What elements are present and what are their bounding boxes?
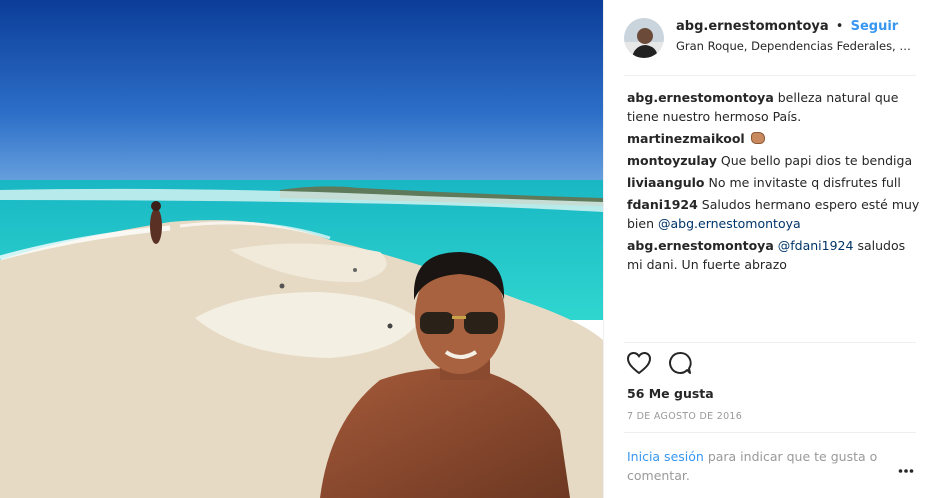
- oncoming-fist-icon: [750, 132, 765, 144]
- comment-text: Que bello papi dios te bendiga: [720, 153, 913, 168]
- comments-list: abg.ernestomontoya belleza natural que t…: [627, 88, 922, 277]
- comment: abg.ernestomontoya @fdani1924 saludos mi…: [627, 236, 922, 274]
- action-bar: [626, 351, 692, 378]
- comment: abg.ernestomontoya belleza natural que t…: [627, 88, 922, 126]
- more-options-icon[interactable]: [898, 462, 914, 477]
- comment-username[interactable]: martinezmaikool: [627, 131, 745, 146]
- post-photo[interactable]: [0, 0, 603, 498]
- comment: liviaangulo No me invitaste q disfrutes …: [627, 173, 922, 192]
- divider: [624, 342, 916, 343]
- follow-button[interactable]: Seguir: [851, 19, 899, 34]
- separator-dot: •: [835, 19, 844, 34]
- heart-icon[interactable]: [626, 351, 652, 378]
- post-username[interactable]: abg.ernestomontoya: [676, 19, 829, 34]
- comment-mention[interactable]: @fdani1924: [778, 238, 854, 253]
- comment: martinezmaikool: [627, 129, 922, 148]
- post-date: 7 DE AGOSTO DE 2016: [627, 411, 743, 422]
- comment: fdani1924 Saludos hermano espero esté mu…: [627, 195, 922, 233]
- location-link[interactable]: Gran Roque, Dependencias Federales, Vene…: [676, 39, 916, 53]
- login-prompt: Inicia sesión para indicar que te gusta …: [627, 447, 897, 485]
- comment: montoyzulay Que bello papi dios te bendi…: [627, 151, 922, 170]
- comment-mention[interactable]: @abg.ernestomontoya: [658, 216, 801, 231]
- divider: [624, 432, 916, 433]
- comment-text: No me invitaste q disfrutes full: [708, 175, 901, 190]
- post-header: abg.ernestomontoya • Seguir Gran Roque, …: [624, 16, 916, 76]
- post-details-panel: abg.ernestomontoya • Seguir Gran Roque, …: [603, 0, 936, 498]
- comment-username[interactable]: abg.ernestomontoya: [627, 238, 774, 253]
- login-link[interactable]: Inicia sesión: [627, 449, 704, 464]
- comment-username[interactable]: liviaangulo: [627, 175, 705, 190]
- likes-count[interactable]: 56 Me gusta: [627, 386, 714, 401]
- avatar[interactable]: [624, 18, 664, 58]
- comment-icon[interactable]: [668, 351, 692, 378]
- comment-username[interactable]: montoyzulay: [627, 153, 717, 168]
- comment-username[interactable]: fdani1924: [627, 197, 698, 212]
- comment-username[interactable]: abg.ernestomontoya: [627, 90, 774, 105]
